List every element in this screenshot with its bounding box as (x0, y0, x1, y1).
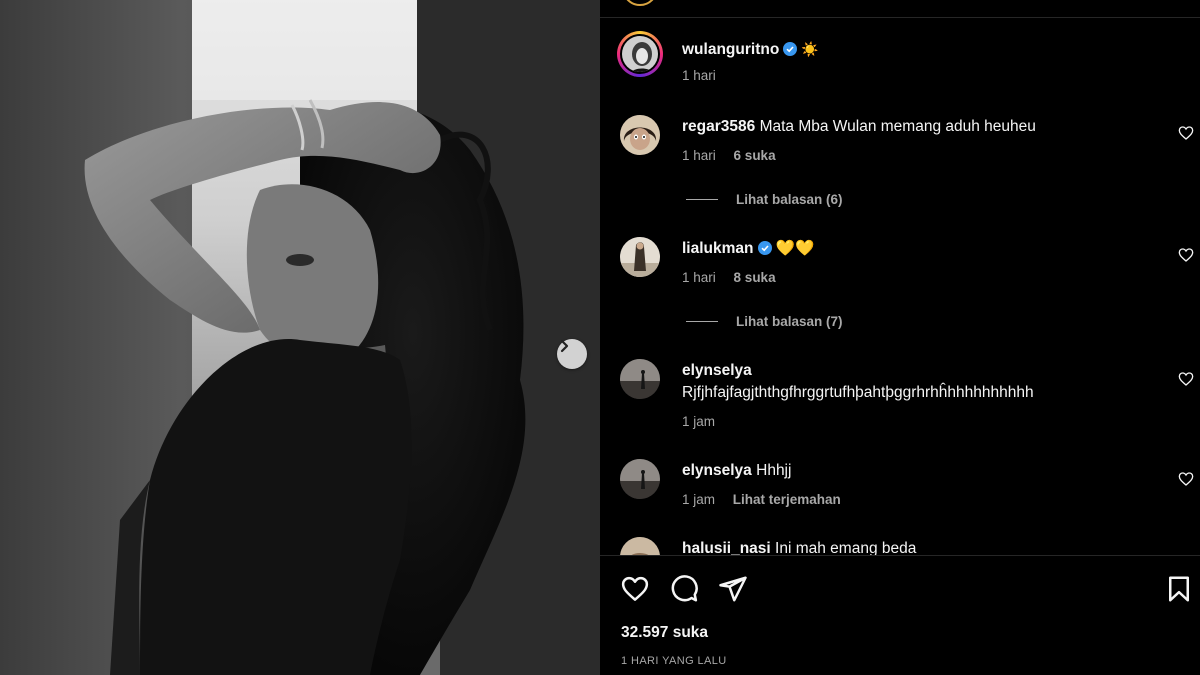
commenter-avatar[interactable] (620, 359, 660, 399)
view-replies-label: Lihat balasan (6) (736, 192, 843, 207)
post-actions-bar (600, 570, 1200, 610)
comment-username[interactable]: halusii_nasi (682, 540, 771, 555)
replies-divider (686, 199, 718, 200)
comment-time[interactable]: 1 hari (682, 270, 716, 285)
comment-likes[interactable]: 8 suka (734, 270, 776, 285)
commenter-avatar[interactable] (620, 115, 660, 155)
comment-text: Hhhjj (756, 462, 792, 479)
like-count[interactable]: 32.597 suka (621, 624, 708, 642)
comment-text: Ini mah emang beda (775, 540, 917, 555)
photo-image (0, 0, 600, 675)
author-avatar[interactable] (617, 31, 663, 77)
comment-time[interactable]: 1 jam (682, 492, 715, 507)
view-replies-label: Lihat balasan (7) (736, 314, 843, 329)
sun-emoji: ☀️ (801, 41, 819, 57)
comment-text: 💛💛 (775, 240, 815, 257)
commenter-avatar[interactable] (620, 237, 660, 277)
comment-text: Mata Mba Wulan memang aduh heuheu (759, 118, 1036, 135)
next-photo-button[interactable] (557, 339, 587, 369)
commenter-avatar[interactable] (620, 537, 660, 555)
replies-divider (686, 321, 718, 322)
bookmark-icon[interactable] (1164, 574, 1194, 604)
view-replies-button[interactable]: Lihat balasan (7) (686, 314, 843, 329)
comment-like-heart-icon[interactable] (1178, 371, 1194, 387)
post-side-panel: wulanguritno ☀️ 1 hari regar3586 Mata Mb… (600, 0, 1200, 675)
heart-icon[interactable] (620, 574, 650, 604)
chevron-right-icon (560, 339, 569, 353)
see-translation-link[interactable]: Lihat terjemahan (733, 492, 841, 507)
avatar-image (620, 359, 660, 399)
comment-username[interactable]: regar3586 (682, 118, 755, 135)
comment-icon[interactable] (669, 574, 699, 604)
header-avatar[interactable] (622, 0, 658, 6)
commenter-avatar[interactable] (620, 459, 660, 499)
post-date[interactable]: 1 HARI YANG LALU (621, 655, 727, 667)
comment-like-heart-icon[interactable] (1178, 471, 1194, 487)
avatar-image (620, 537, 660, 555)
post-photo[interactable] (0, 0, 600, 675)
comment-like-heart-icon[interactable] (1178, 247, 1194, 263)
caption-time[interactable]: 1 hari (682, 68, 716, 83)
avatar-image (620, 115, 660, 155)
header-strip (600, 0, 1200, 18)
comment-likes[interactable]: 6 suka (734, 148, 776, 163)
author-username[interactable]: wulanguritno (682, 41, 779, 58)
comment-time[interactable]: 1 hari (682, 148, 716, 163)
verified-badge-icon (783, 42, 798, 56)
actions-divider (600, 555, 1200, 556)
comment-username[interactable]: elynselya (682, 362, 752, 379)
comment-username[interactable]: elynselya (682, 462, 752, 479)
avatar-image (620, 459, 660, 499)
verified-badge-icon (757, 241, 772, 255)
comments-list[interactable]: wulanguritno ☀️ 1 hari regar3586 Mata Mb… (600, 19, 1200, 555)
author-avatar-image (622, 36, 658, 72)
comment-time[interactable]: 1 jam (682, 414, 715, 429)
avatar-image (620, 237, 660, 277)
comment-username[interactable]: lialukman (682, 240, 754, 257)
comment-text: Rjfjhfajfagjththgfhrggrtufhþahtþggrhrhĥh… (682, 384, 1034, 401)
share-icon[interactable] (718, 574, 748, 604)
comment-like-heart-icon[interactable] (1178, 125, 1194, 141)
view-replies-button[interactable]: Lihat balasan (6) (686, 192, 843, 207)
